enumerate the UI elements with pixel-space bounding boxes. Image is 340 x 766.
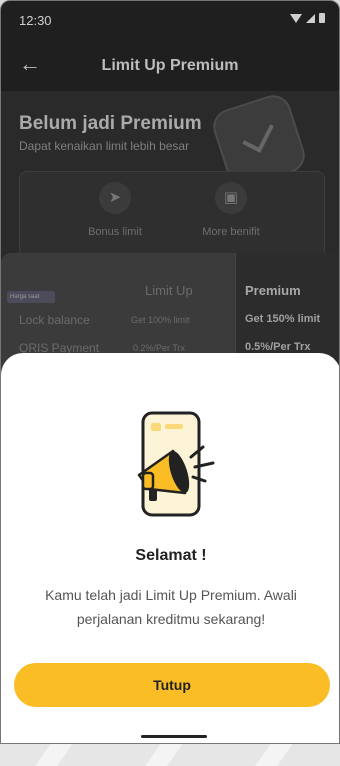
home-indicator xyxy=(141,735,207,738)
device-frame: 12:30 ← Limit Up Premium Belum jadi Prem… xyxy=(0,0,340,744)
row-premium-value: 0.5%/Per Trx xyxy=(245,341,311,353)
benefit-label: More benifit xyxy=(202,226,260,238)
benefit-more: ▣ More benifit xyxy=(176,182,286,238)
close-button[interactable]: Tutup xyxy=(14,663,330,707)
status-icons xyxy=(290,13,325,23)
col-header-limit-up: Limit Up xyxy=(145,283,193,298)
signal-icon xyxy=(306,13,315,23)
status-time: 12:30 xyxy=(19,13,52,28)
benefit-bonus-limit: ➤ Bonus limit xyxy=(60,182,170,238)
col-header-premium: Premium xyxy=(245,283,301,298)
premium-hero: Belum jadi Premium Dapat kenaikan limit … xyxy=(1,90,339,261)
background-floor xyxy=(0,744,340,766)
benefit-label: Bonus limit xyxy=(88,226,142,238)
dialog-title: Selamat ! xyxy=(135,547,207,564)
floor-stripe xyxy=(22,744,80,766)
app-bar: ← Limit Up Premium xyxy=(1,49,339,85)
dialog-message: Kamu telah jadi Limit Up Premium. Awali … xyxy=(45,587,297,627)
row-limit-up-value: 0.2%/Per Trx xyxy=(133,343,186,353)
row-limit-up-value: Get 100% limit xyxy=(131,315,190,325)
battery-icon xyxy=(319,13,325,23)
floor-stripe xyxy=(242,744,300,766)
hero-subtitle: Dapat kenaikan limit lebih besar xyxy=(19,139,190,153)
megaphone-phone-icon xyxy=(137,411,215,517)
comparison-tag: Harga saat xyxy=(7,291,55,303)
rocket-icon: ➤ xyxy=(99,182,131,214)
success-bottom-sheet: Selamat ! Kamu telah jadi Limit Up Premi… xyxy=(1,353,339,743)
gift-icon: ▣ xyxy=(215,182,247,214)
row-premium-value: Get 150% limit xyxy=(245,313,321,325)
wifi-icon xyxy=(290,13,302,23)
row-label: Lock balance xyxy=(19,313,90,327)
hero-title: Belum jadi Premium xyxy=(19,113,202,134)
floor-stripe xyxy=(132,744,190,766)
page-title: Limit Up Premium xyxy=(101,57,239,74)
status-bar: 12:30 xyxy=(1,1,339,41)
benefit-card: ➤ Bonus limit ▣ More benifit xyxy=(19,171,325,259)
